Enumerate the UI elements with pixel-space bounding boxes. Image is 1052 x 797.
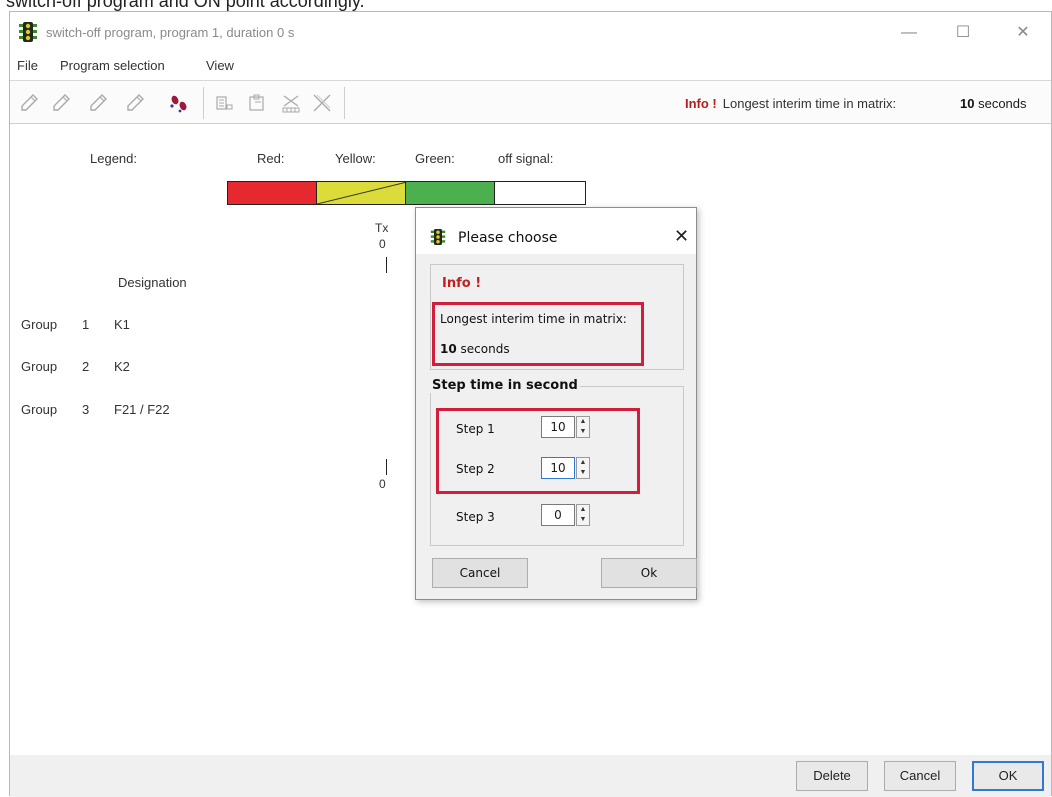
dialog-info-unit: seconds — [460, 342, 510, 356]
legend-green-label: Green: — [415, 151, 455, 166]
close-button[interactable]: ✕ — [1010, 22, 1036, 44]
axis-bottom-zero: 0 — [379, 477, 386, 491]
cancel-button[interactable]: Cancel — [884, 761, 956, 791]
footsteps-icon[interactable] — [168, 92, 190, 114]
toolbar-info: Info ! Longest interim time in matrix: — [685, 96, 896, 111]
maximize-button[interactable]: ☐ — [950, 22, 976, 44]
step-3-spin-buttons[interactable]: ▲ ▼ — [576, 504, 590, 526]
minimize-button[interactable]: — — [896, 22, 922, 44]
ok-button[interactable]: OK — [972, 761, 1044, 791]
dialog-cancel-button[interactable]: Cancel — [432, 558, 528, 588]
menu-program-selection[interactable]: Program selection — [60, 58, 165, 73]
toolbar-info-number: 10 — [960, 96, 975, 111]
legend-swatch-yellow — [316, 182, 406, 204]
axis-top-tick — [386, 257, 387, 273]
step-3-input[interactable]: 0 — [541, 504, 575, 526]
step-1-spinner[interactable]: 10 ▲ ▼ — [541, 416, 591, 438]
dialog-info-text: Longest interim time in matrix: — [440, 312, 627, 326]
toolbar-separator — [344, 87, 345, 119]
group-label: Group — [21, 317, 58, 332]
cut-icon[interactable] — [311, 92, 333, 114]
group-number: 2 — [82, 359, 90, 374]
please-choose-dialog: Please choose ✕ Info ! Longest interim t… — [415, 207, 697, 600]
step-1-input[interactable]: 10 — [541, 416, 575, 438]
legend-yellow-label: Yellow: — [335, 151, 376, 166]
toolbar-info-unit: seconds — [978, 96, 1027, 111]
toolbar: Info ! Longest interim time in matrix: 10… — [10, 80, 1051, 124]
step-label: Step 2 — [456, 462, 495, 476]
step-2-spin-buttons[interactable]: ▲ ▼ — [576, 457, 590, 479]
group-designation: F21 / F22 — [114, 402, 170, 417]
toolbar-info-value: 10 seconds — [960, 96, 1027, 111]
window-title: switch-off program, program 1, duration … — [46, 25, 295, 40]
toolbar-info-text: Longest interim time in matrix: — [722, 96, 897, 111]
group-label: Group — [21, 359, 58, 374]
spin-up-icon[interactable]: ▲ — [577, 418, 589, 425]
dialog-info-value: 10 — [440, 342, 457, 356]
dialog-title-bar[interactable]: Please choose ✕ — [416, 208, 696, 254]
pen-icon[interactable] — [50, 92, 72, 114]
axis-bottom-tick — [386, 459, 387, 475]
status-bar: Delete Cancel OK — [10, 755, 1051, 797]
copy-icon[interactable] — [213, 92, 235, 114]
legend-red-label: Red: — [257, 151, 285, 166]
menu-file[interactable]: File — [17, 58, 38, 73]
spin-up-icon[interactable]: ▲ — [577, 459, 589, 466]
legend-label: Legend: — [90, 151, 137, 166]
delete-button[interactable]: Delete — [796, 761, 868, 791]
toolbar-separator — [203, 87, 204, 119]
group-number: 1 — [82, 317, 90, 332]
step-highlight-box — [436, 408, 640, 494]
group-number: 3 — [82, 402, 90, 417]
step-1-spin-buttons[interactable]: ▲ ▼ — [576, 416, 590, 438]
delete-column-icon[interactable] — [280, 92, 302, 114]
spin-down-icon[interactable]: ▼ — [577, 428, 589, 435]
yellow-diagonal — [316, 182, 406, 204]
traffic-light-icon — [430, 229, 446, 245]
group-designation: K2 — [114, 359, 130, 374]
dialog-title: Please choose — [458, 230, 558, 246]
spin-down-icon[interactable]: ▼ — [577, 469, 589, 476]
pen-icon[interactable] — [124, 92, 146, 114]
menu-view[interactable]: View — [206, 58, 234, 73]
legend-swatch-green — [406, 182, 495, 204]
axis-top-zero: 0 — [379, 237, 386, 251]
step-label: Step 3 — [456, 510, 495, 524]
paste-icon[interactable] — [246, 92, 268, 114]
legend-swatch-red — [228, 182, 317, 204]
step-label: Step 1 — [456, 422, 495, 436]
legend-swatch-off — [494, 182, 585, 204]
step-2-spinner[interactable]: 10 ▲ ▼ — [541, 457, 591, 479]
spin-up-icon[interactable]: ▲ — [577, 506, 589, 513]
legend-off-label: off signal: — [498, 151, 554, 166]
legend-bar — [227, 181, 586, 205]
group-label: Group — [21, 402, 58, 417]
dialog-ok-button[interactable]: Ok — [601, 558, 697, 588]
title-bar[interactable]: switch-off program, program 1, duration … — [10, 12, 1051, 52]
pen-icon[interactable] — [18, 92, 40, 114]
dialog-info-value-row: 10 seconds — [440, 342, 510, 356]
designation-header: Designation — [118, 275, 187, 290]
group-designation: K1 — [114, 317, 130, 332]
pen-icon[interactable] — [87, 92, 109, 114]
step-2-input[interactable]: 10 — [541, 457, 575, 479]
axis-tx-label: Tx — [375, 221, 389, 235]
menu-bar: File Program selection View — [10, 56, 1051, 78]
step-3-spinner[interactable]: 0 ▲ ▼ — [541, 504, 591, 526]
toolbar-info-label: Info ! — [685, 96, 717, 111]
step-time-group-label: Step time in second — [430, 378, 580, 393]
traffic-light-icon — [19, 22, 37, 42]
dialog-close-button[interactable]: ✕ — [674, 226, 689, 247]
spin-down-icon[interactable]: ▼ — [577, 516, 589, 523]
dialog-info-label: Info ! — [442, 276, 482, 291]
